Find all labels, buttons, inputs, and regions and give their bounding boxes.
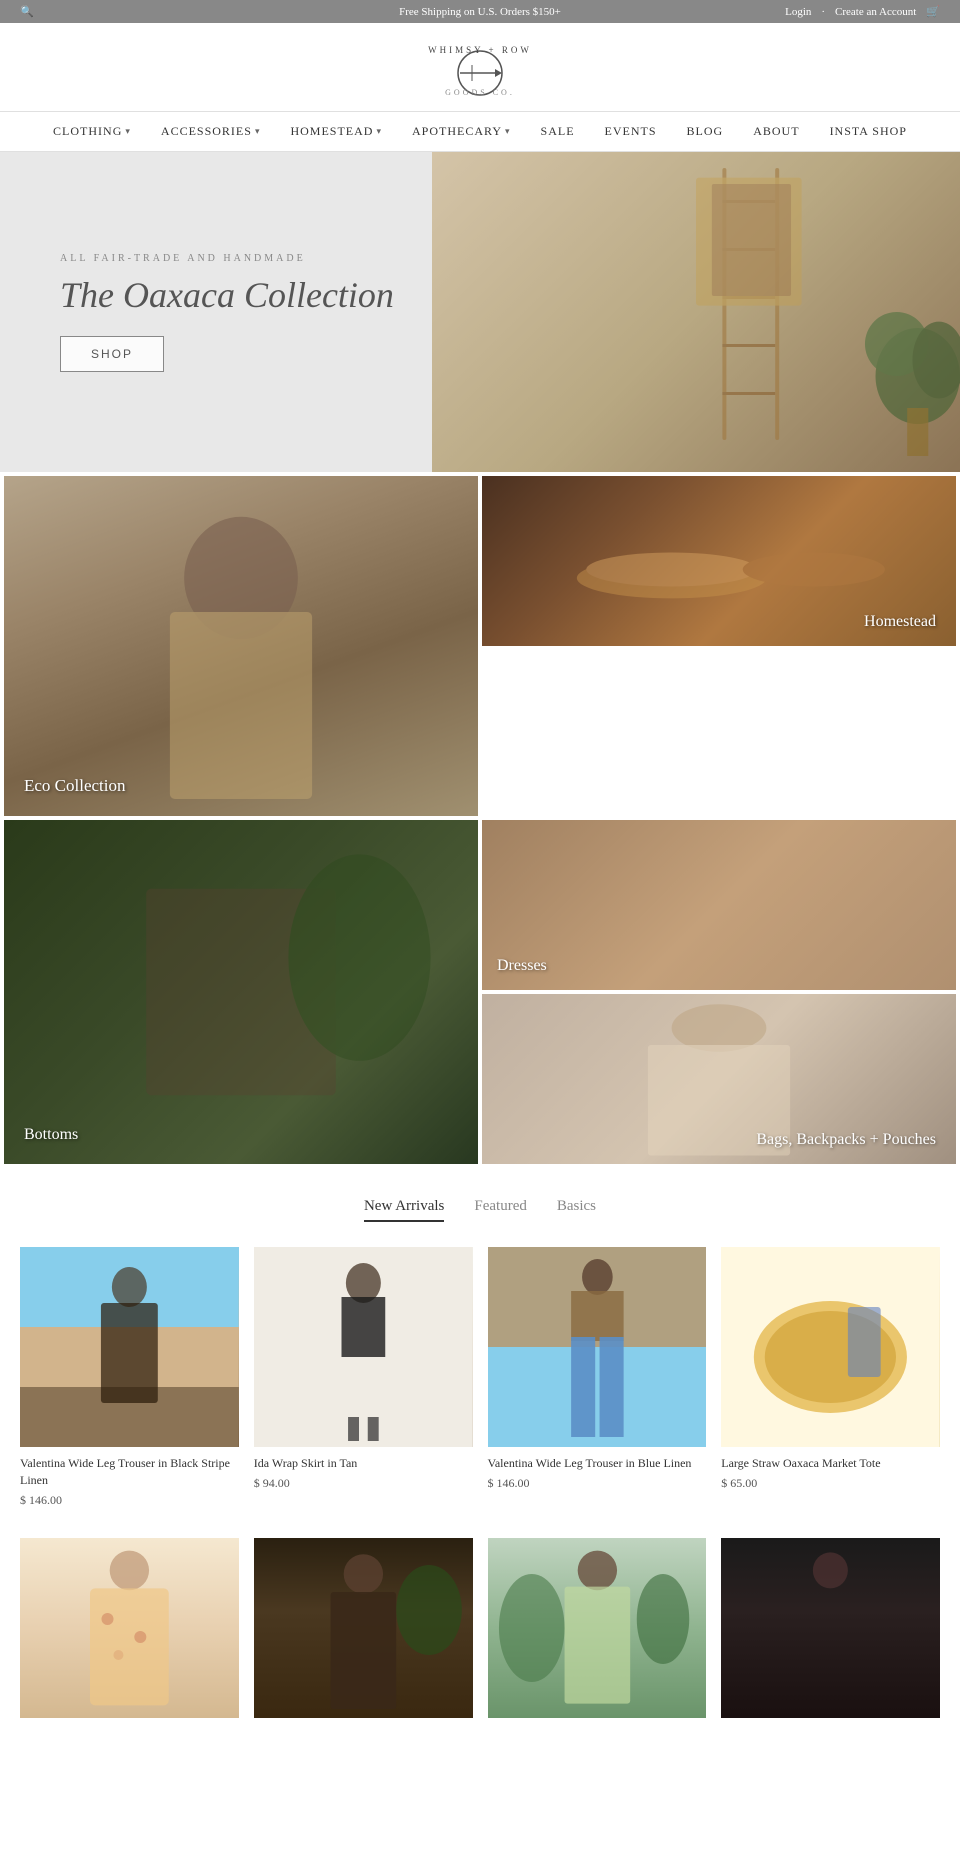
category-dresses-label: Bags, Backpacks + Pouches (756, 1131, 936, 1149)
category-eco-label: Eco Collection (24, 776, 126, 796)
product-item[interactable] (488, 1538, 707, 1718)
product-image (254, 1538, 473, 1718)
tab-basics[interactable]: Basics (557, 1198, 596, 1222)
product-image (488, 1247, 707, 1447)
product-price: $ 94.00 (254, 1476, 473, 1491)
product-image (20, 1538, 239, 1718)
product-item[interactable] (20, 1538, 239, 1718)
logo-icon: WHIMSY + ROW GOODS CO. (400, 43, 560, 98)
product-section: New Arrivals Featured Basics Valentina W… (0, 1168, 960, 1538)
logo[interactable]: WHIMSY + ROW GOODS CO. (20, 38, 940, 103)
search-icon[interactable]: 🔍 (20, 5, 34, 18)
shipping-notice: Free Shipping on U.S. Orders $150+ (399, 6, 561, 18)
product-image (721, 1538, 940, 1718)
hero-title: The Oaxaca Collection (60, 274, 394, 316)
svg-text:GOODS CO.: GOODS CO. (445, 88, 515, 97)
product-item[interactable]: Ida Wrap Skirt in Tan $ 94.00 (254, 1247, 473, 1508)
category-dresses[interactable]: Bags, Backpacks + Pouches (482, 994, 956, 1164)
nav-clothing[interactable]: CLOTHING ▾ (53, 124, 131, 139)
category-grid: Eco Collection Homestead Bottoms Dresses… (0, 472, 960, 1168)
top-bar-right: Login · Create an Account 🛒 (785, 5, 940, 18)
product-image (721, 1247, 940, 1447)
tab-new-arrivals[interactable]: New Arrivals (364, 1198, 444, 1222)
product-tabs: New Arrivals Featured Basics (20, 1198, 940, 1222)
category-eco-collection[interactable]: Eco Collection (4, 476, 478, 816)
chevron-down-icon: ▾ (125, 126, 131, 137)
nav-apothecary[interactable]: APOTHECARY ▾ (412, 124, 511, 139)
chevron-down-icon: ▾ (376, 126, 382, 137)
cart-icon[interactable]: 🛒 (926, 5, 940, 18)
nav-accessories[interactable]: ACCESSORIES ▾ (161, 124, 261, 139)
create-account-link[interactable]: Create an Account (835, 6, 916, 18)
category-bags[interactable]: Bottoms (4, 820, 478, 1164)
product-name: Ida Wrap Skirt in Tan (254, 1455, 473, 1472)
tab-featured[interactable]: Featured (474, 1198, 526, 1222)
hero-subtitle: ALL FAIR-TRADE AND HANDMADE (60, 253, 394, 264)
category-bottoms-label: Dresses (497, 957, 547, 975)
product-item[interactable]: Valentina Wide Leg Trouser in Blue Linen… (488, 1247, 707, 1508)
nav-insta-shop[interactable]: INSTA SHOP (830, 124, 907, 139)
hero-section: ALL FAIR-TRADE AND HANDMADE The Oaxaca C… (0, 152, 960, 472)
nav-about[interactable]: ABOUT (753, 124, 799, 139)
product-item[interactable] (254, 1538, 473, 1718)
bottom-product-grid (0, 1538, 960, 1738)
site-header: WHIMSY + ROW GOODS CO. (0, 23, 960, 112)
product-item[interactable] (721, 1538, 940, 1718)
main-nav: CLOTHING ▾ ACCESSORIES ▾ HOMESTEAD ▾ APO… (0, 112, 960, 152)
product-name: Large Straw Oaxaca Market Tote (721, 1455, 940, 1472)
chevron-down-icon: ▾ (505, 126, 511, 137)
nav-homestead[interactable]: HOMESTEAD ▾ (290, 124, 382, 139)
product-item[interactable]: Valentina Wide Leg Trouser in Black Stri… (20, 1247, 239, 1508)
product-image (488, 1538, 707, 1718)
hero-cta-button[interactable]: SHOP (60, 336, 164, 372)
hero-content: ALL FAIR-TRADE AND HANDMADE The Oaxaca C… (0, 253, 394, 372)
category-homestead[interactable]: Homestead (482, 476, 956, 646)
product-name: Valentina Wide Leg Trouser in Blue Linen (488, 1455, 707, 1472)
product-name: Valentina Wide Leg Trouser in Black Stri… (20, 1455, 239, 1489)
login-link[interactable]: Login (785, 6, 811, 18)
product-image (254, 1247, 473, 1447)
nav-sale[interactable]: SALE (541, 124, 575, 139)
category-bags-label: Bottoms (24, 1126, 78, 1144)
product-image (20, 1247, 239, 1447)
product-price: $ 65.00 (721, 1476, 940, 1491)
product-item[interactable]: Large Straw Oaxaca Market Tote $ 65.00 (721, 1247, 940, 1508)
svg-text:WHIMSY + ROW: WHIMSY + ROW (428, 45, 532, 55)
category-bottoms[interactable]: Dresses (482, 820, 956, 990)
top-bar: 🔍 Free Shipping on U.S. Orders $150+ Log… (0, 0, 960, 23)
nav-events[interactable]: EVENTS (605, 124, 657, 139)
nav-blog[interactable]: BLOG (687, 124, 724, 139)
chevron-down-icon: ▾ (255, 126, 261, 137)
category-homestead-label: Homestead (864, 613, 936, 631)
product-price: $ 146.00 (488, 1476, 707, 1491)
product-grid: Valentina Wide Leg Trouser in Black Stri… (20, 1247, 940, 1508)
hero-background (432, 152, 960, 472)
product-price: $ 146.00 (20, 1493, 239, 1508)
top-bar-left: 🔍 (20, 5, 34, 18)
